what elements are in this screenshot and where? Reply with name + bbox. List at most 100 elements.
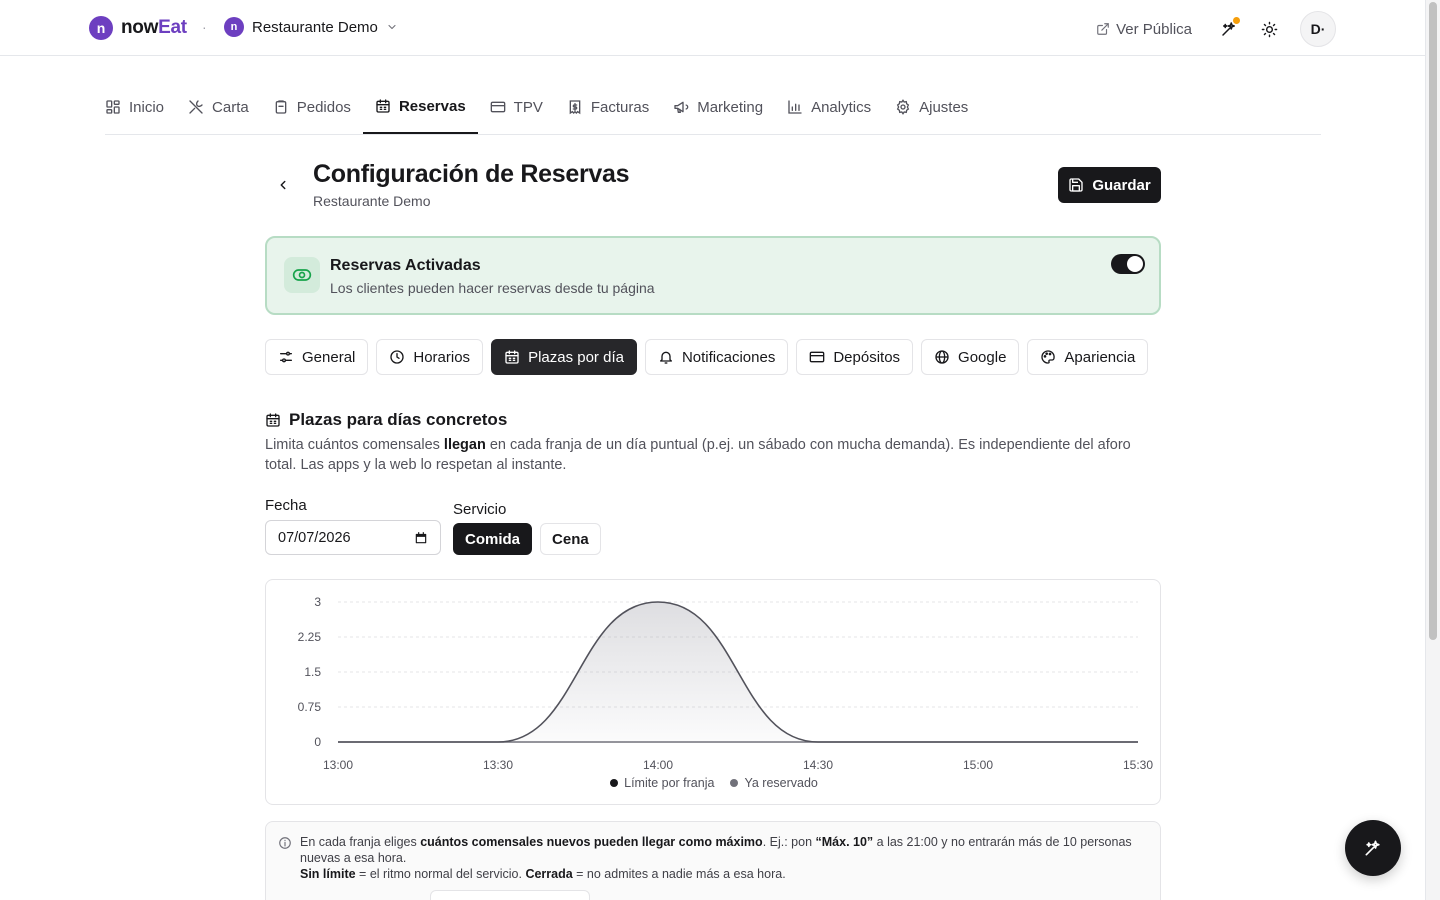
credit-card-icon	[809, 349, 825, 365]
save-button-label: Guardar	[1092, 176, 1151, 194]
external-link-icon	[1096, 22, 1110, 36]
service-comida-button[interactable]: Comida	[453, 523, 533, 555]
reservations-status-card: Reservas Activadas Los clientes pueden h…	[265, 236, 1161, 315]
subtab-notificaciones[interactable]: Notificaciones	[644, 339, 789, 375]
info-paragraph-2: Sin límite = el ritmo normal del servici…	[300, 867, 786, 881]
section-title: Plazas para días concretos	[265, 410, 507, 430]
sparkles-icon	[1363, 838, 1383, 858]
x-tick-label: 15:30	[1123, 758, 1153, 772]
subtab-label: Horarios	[413, 348, 471, 366]
eye-icon	[284, 257, 320, 293]
chevron-down-icon	[386, 21, 398, 33]
calendar-icon	[265, 412, 281, 428]
service-cena-button[interactable]: Cena	[540, 523, 601, 555]
nav-tab-label: Reservas	[398, 97, 466, 115]
theme-toggle-button[interactable]	[1256, 12, 1282, 46]
reservations-status-description: Los clientes pueden hacer reservas desde…	[330, 280, 655, 296]
subtab-general[interactable]: General	[265, 339, 369, 375]
gear-icon	[895, 99, 911, 115]
reservations-status-title: Reservas Activadas	[330, 257, 481, 274]
subtab-label: Apariencia	[1064, 348, 1136, 366]
back-button[interactable]	[273, 175, 293, 195]
subtab-label: General	[302, 348, 356, 366]
nav-tab-ajustes[interactable]: Ajustes	[883, 80, 980, 134]
nav-tab-carta[interactable]: Carta	[176, 80, 261, 134]
y-tick-label: 2.25	[298, 630, 322, 644]
legend-item-limit: Límite por franja	[610, 776, 714, 790]
section-description: Limita cuántos comensales llegan en cada…	[265, 437, 1131, 473]
page-scrollbar[interactable]	[1425, 0, 1440, 900]
scrollbar-thumb[interactable]	[1429, 2, 1437, 640]
nav-tab-label: Marketing	[697, 98, 764, 116]
info-box: En cada franja eliges cuántos comensales…	[265, 821, 1161, 900]
x-tick-label: 14:30	[803, 758, 833, 772]
restaurant-logo: n	[224, 17, 244, 37]
info-icon	[278, 836, 292, 850]
date-label: Fecha	[265, 497, 307, 514]
subtab-label: Notificaciones	[681, 348, 776, 366]
grid-icon	[105, 99, 121, 115]
sun-icon	[1261, 21, 1278, 38]
legend-item-reserved: Ya reservado	[730, 776, 818, 790]
ver-publica-link[interactable]: Ver Pública	[1096, 21, 1192, 38]
info-example-control[interactable]	[430, 890, 590, 900]
x-tick-label: 13:00	[323, 758, 353, 772]
restaurant-name: Restaurante Demo	[252, 18, 378, 36]
nav-tab-marketing[interactable]: Marketing	[661, 80, 775, 134]
nav-tab-analytics[interactable]: Analytics	[775, 80, 883, 134]
subtab-label: Depósitos	[833, 348, 901, 366]
sliders-icon	[278, 349, 294, 365]
nav-tab-pedidos[interactable]: Pedidos	[261, 80, 363, 134]
main-nav: Inicio Carta Pedidos Reservas TPV Factur…	[105, 80, 1321, 135]
nav-tab-label: Facturas	[590, 98, 650, 116]
receipt-icon	[567, 99, 583, 115]
brand-name: nowEat	[121, 17, 187, 38]
service-selector: Comida Cena	[453, 523, 601, 555]
y-tick-label: 1.5	[304, 665, 321, 679]
page-title: Configuración de Reservas	[313, 160, 630, 188]
date-input[interactable]: 07/07/2026	[265, 520, 441, 555]
subtab-google[interactable]: Google	[921, 339, 1020, 375]
subtab-plazas-por-dia[interactable]: Plazas por día	[491, 339, 637, 375]
ai-assistant-button[interactable]	[1216, 12, 1242, 46]
nav-tab-label: TPV	[513, 98, 543, 116]
legend-label-reserved: Ya reservado	[744, 776, 818, 790]
x-tick-label: 13:30	[483, 758, 513, 772]
info-text: En cada franja eliges cuántos comensales…	[300, 834, 1140, 882]
y-tick-label: 0.75	[298, 700, 322, 714]
calendar-picker-icon[interactable]	[414, 531, 428, 545]
subtab-apariencia[interactable]: Apariencia	[1027, 339, 1149, 375]
subtab-depositos[interactable]: Depósitos	[796, 339, 914, 375]
utensils-icon	[188, 99, 204, 115]
date-value: 07/07/2026	[278, 529, 351, 546]
brand-logo[interactable]: n nowEat	[89, 16, 187, 40]
nav-tab-label: Pedidos	[296, 98, 351, 116]
save-icon	[1068, 177, 1084, 193]
restaurant-selector[interactable]: n Restaurante Demo	[224, 17, 398, 37]
nav-tab-label: Inicio	[129, 98, 165, 116]
y-tick-label: 3	[314, 595, 321, 609]
nav-tab-facturas[interactable]: Facturas	[555, 80, 661, 134]
nav-tab-reservas[interactable]: Reservas	[362, 80, 478, 134]
ai-assistant-fab[interactable]	[1345, 820, 1401, 876]
subtab-horarios[interactable]: Horarios	[376, 339, 484, 375]
credit-card-icon	[490, 99, 506, 115]
subtab-label: Google	[958, 348, 1007, 366]
palette-icon	[1040, 349, 1056, 365]
save-button[interactable]: Guardar	[1058, 167, 1161, 203]
info-paragraph-1: En cada franja eliges cuántos comensales…	[300, 835, 1132, 865]
user-avatar[interactable]: D·	[1300, 11, 1336, 47]
header-separator: ·	[202, 19, 207, 35]
nav-tab-label: Analytics	[811, 98, 872, 116]
notification-dot	[1233, 17, 1240, 24]
chart-legend: Límite por franja Ya reservado	[266, 776, 1162, 790]
service-label: Servicio	[453, 501, 507, 518]
nav-tab-inicio[interactable]: Inicio	[105, 80, 176, 134]
nav-tab-tpv[interactable]: TPV	[478, 80, 555, 134]
bell-icon	[658, 349, 674, 365]
x-tick-label: 15:00	[963, 758, 993, 772]
calendar-icon	[375, 98, 391, 114]
chevron-left-icon	[276, 178, 290, 192]
reservations-toggle[interactable]	[1111, 254, 1145, 274]
legend-dot-limit	[610, 779, 619, 787]
